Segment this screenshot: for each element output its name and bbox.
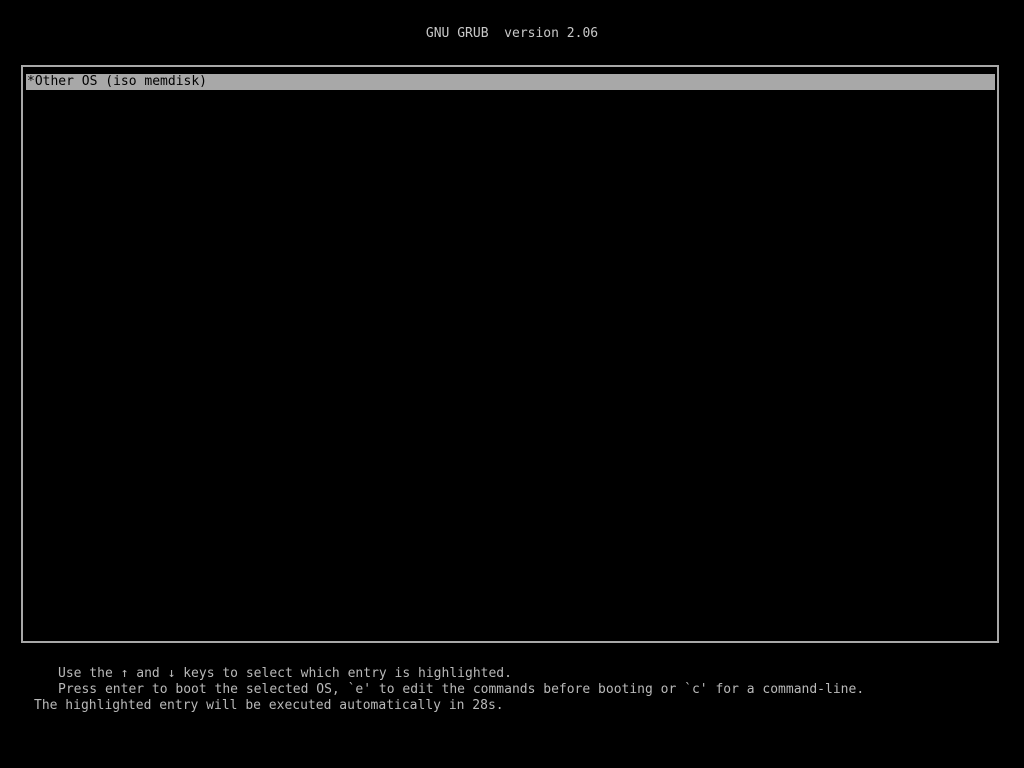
grub-version-title: GNU GRUB version 2.06 <box>425 26 599 41</box>
help-keys-hint: Press enter to boot the selected OS, `e'… <box>58 682 865 697</box>
boot-entry-other-os[interactable]: *Other OS (iso memdisk) <box>26 74 995 90</box>
boot-menu: *Other OS (iso memdisk) <box>21 65 999 643</box>
autoboot-countdown: The highlighted entry will be executed a… <box>34 698 504 713</box>
help-navigation-hint: Use the ↑ and ↓ keys to select which ent… <box>58 666 512 681</box>
help-text: Use the ↑ and ↓ keys to select which ent… <box>34 666 864 714</box>
